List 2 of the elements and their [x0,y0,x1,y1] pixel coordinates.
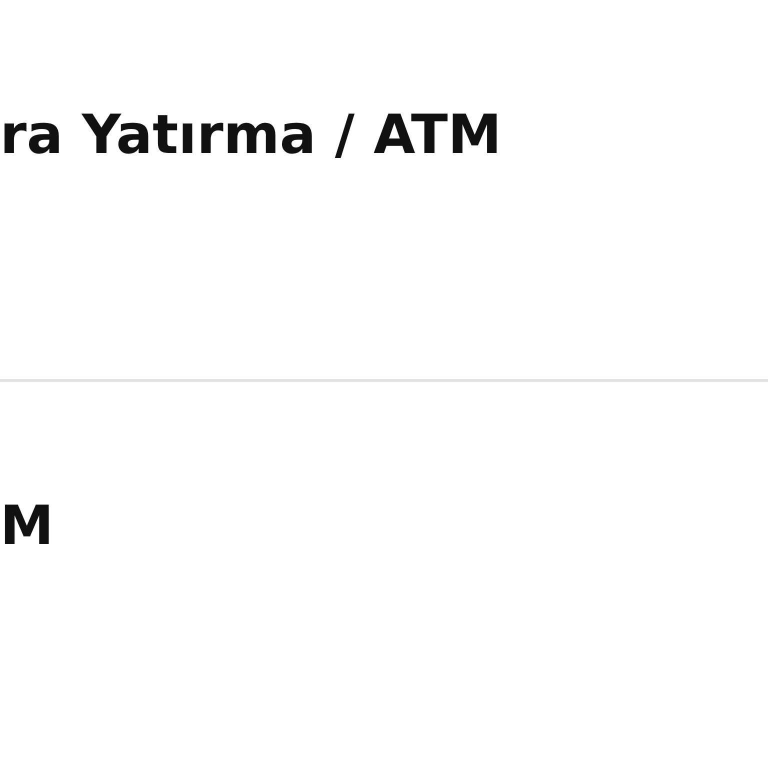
menu-item-title: M [0,494,54,558]
menu-item-title: ra Yatırma / ATM [0,103,502,167]
